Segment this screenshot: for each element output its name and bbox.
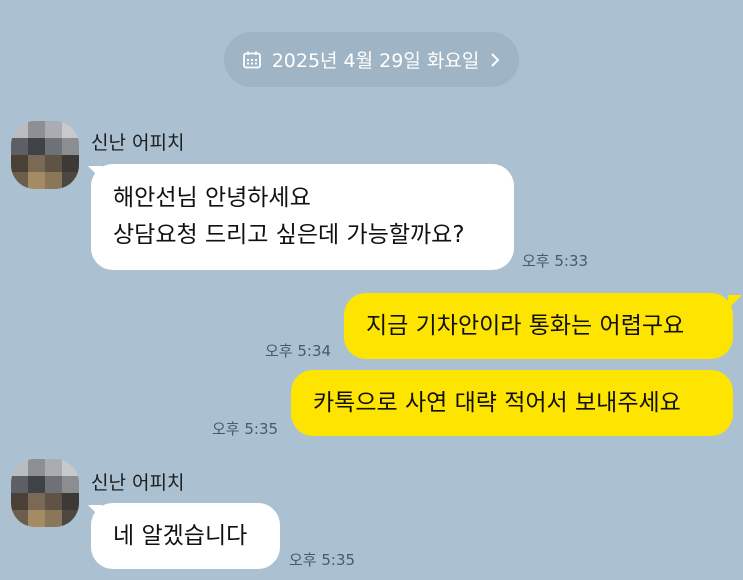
message-line: 해안선님 안녕하세요 [113, 185, 311, 211]
avatar[interactable] [11, 459, 79, 527]
date-label: 2025년 4월 29일 화요일 [271, 50, 480, 72]
outgoing-message-bubble[interactable]: 지금 기차안이라 통화는 어렵구요 [344, 293, 733, 359]
message-timestamp: 오후 5:33 [522, 252, 589, 270]
message-timestamp: 오후 5:34 [265, 342, 332, 360]
outgoing-message-bubble[interactable]: 카톡으로 사연 대략 적어서 보내주세요 [291, 370, 733, 436]
message-line: 지금 기차안이라 통화는 어렵구요 [366, 312, 685, 339]
bubble-tail [728, 295, 742, 309]
sender-name: 신난 어피치 [91, 472, 185, 494]
avatar[interactable] [11, 121, 79, 189]
message-timestamp: 오후 5:35 [289, 551, 356, 569]
chevron-right-icon [489, 51, 501, 69]
sender-name: 신난 어피치 [91, 132, 185, 154]
calendar-icon [242, 50, 262, 70]
message-line: 네 알겠습니다 [113, 522, 248, 549]
incoming-message-bubble[interactable]: 네 알겠습니다 [91, 503, 280, 569]
message-line: 상담요청 드리고 싶은데 가능할까요? [113, 222, 465, 248]
incoming-message-bubble[interactable]: 해안선님 안녕하세요 상담요청 드리고 싶은데 가능할까요? [91, 164, 514, 270]
message-line: 카톡으로 사연 대략 적어서 보내주세요 [313, 389, 681, 416]
date-divider[interactable]: 2025년 4월 29일 화요일 [224, 32, 519, 87]
message-timestamp: 오후 5:35 [212, 420, 279, 438]
